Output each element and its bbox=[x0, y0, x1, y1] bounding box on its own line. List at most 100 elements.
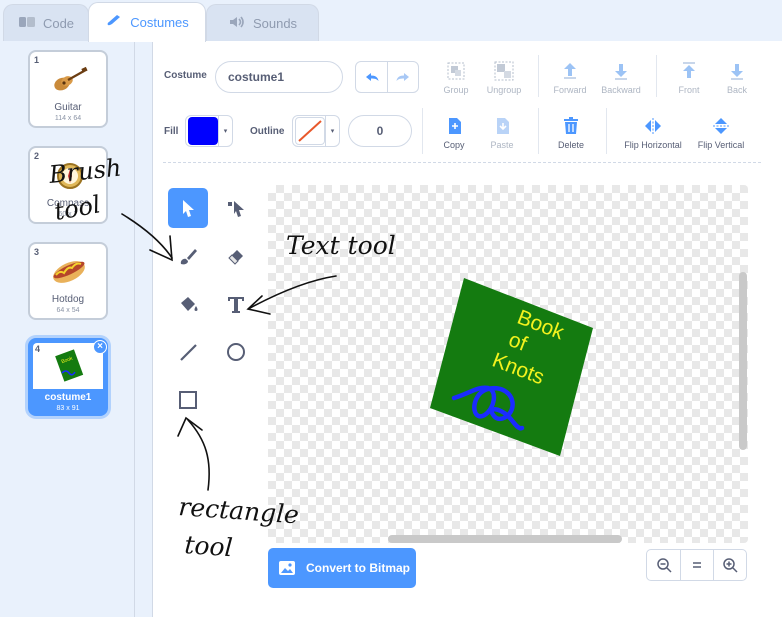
backward-button[interactable]: Backward bbox=[595, 60, 647, 95]
tab-costumes[interactable]: Costumes bbox=[88, 2, 206, 42]
book-thumbnail: Book bbox=[55, 349, 84, 382]
tab-sounds[interactable]: Sounds bbox=[206, 4, 319, 42]
undo-button[interactable] bbox=[356, 62, 387, 92]
costume-name: Compass bbox=[46, 198, 90, 209]
costume-number: 3 bbox=[34, 247, 40, 257]
reshape-tool[interactable] bbox=[216, 188, 256, 228]
backward-label: Backward bbox=[601, 85, 641, 95]
ungroup-label: Ungroup bbox=[486, 85, 522, 95]
divider bbox=[606, 108, 607, 154]
speaker-icon bbox=[228, 15, 246, 32]
redo-icon bbox=[396, 73, 409, 81]
flip-horizontal-label: Flip Horizontal bbox=[624, 140, 682, 150]
group-label: Group bbox=[443, 85, 469, 95]
flip-horizontal-icon bbox=[645, 118, 661, 134]
delete-button[interactable]: Delete bbox=[545, 115, 597, 150]
eraser-tool[interactable] bbox=[216, 236, 256, 276]
paste-label: Paste bbox=[490, 140, 514, 150]
back-button[interactable]: Back bbox=[711, 60, 763, 95]
flip-vertical-label: Flip Vertical bbox=[697, 140, 745, 150]
compass-thumbnail bbox=[57, 163, 83, 189]
book-of-knots-drawing[interactable]: Book of Knots bbox=[428, 276, 596, 458]
tab-code[interactable]: Code bbox=[3, 4, 89, 42]
horizontal-scrollbar[interactable] bbox=[388, 535, 622, 543]
divider bbox=[538, 55, 539, 97]
convert-to-bitmap-button[interactable]: Convert to Bitmap bbox=[268, 548, 416, 588]
paste-button[interactable]: Paste bbox=[476, 115, 528, 150]
chevron-down-icon: ▾ bbox=[325, 116, 339, 146]
group-button[interactable]: Group bbox=[430, 60, 482, 95]
outline-color-picker[interactable]: ▾ bbox=[292, 115, 340, 147]
trash-icon bbox=[564, 117, 578, 134]
costume-size: 114 x 64 bbox=[54, 115, 82, 122]
chevron-down-icon: ▾ bbox=[218, 116, 232, 146]
line-tool[interactable] bbox=[168, 332, 208, 372]
costume-name: Guitar bbox=[54, 102, 82, 113]
flip-horizontal-button[interactable]: Flip Horizontal bbox=[618, 115, 688, 150]
costume-name: Hotdog bbox=[51, 294, 85, 305]
paintbrush-icon bbox=[180, 249, 197, 265]
ungroup-button[interactable]: Ungroup bbox=[478, 60, 530, 95]
forward-button[interactable]: Forward bbox=[544, 60, 596, 95]
select-tool[interactable] bbox=[168, 188, 208, 228]
convert-label: Convert to Bitmap bbox=[306, 561, 411, 575]
zoom-out-icon bbox=[656, 558, 672, 573]
ungroup-icon bbox=[494, 61, 514, 81]
rectangle-tool[interactable] bbox=[168, 380, 208, 420]
outline-width-input[interactable]: 0 bbox=[348, 115, 412, 147]
costume-item-hotdog[interactable]: 3 Hotdog 64 x 54 bbox=[28, 242, 108, 320]
fill-label: Fill bbox=[164, 126, 179, 137]
hotdog-thumbnail bbox=[53, 261, 85, 283]
front-label: Front bbox=[678, 85, 700, 95]
costume-name-input[interactable]: costume1 bbox=[215, 61, 343, 93]
eraser-icon bbox=[228, 250, 243, 265]
copy-icon bbox=[449, 118, 461, 134]
costume-item-costume1[interactable]: 4 Book × costume1 83 x 91 bbox=[28, 338, 108, 416]
back-label: Back bbox=[726, 85, 747, 95]
tab-label: Sounds bbox=[252, 16, 298, 31]
vertical-scrollbar[interactable] bbox=[739, 272, 747, 450]
costume-number: 4 bbox=[35, 344, 41, 354]
copy-label: Copy bbox=[443, 140, 465, 150]
fill-swatch bbox=[188, 117, 218, 145]
zoom-reset-button[interactable] bbox=[680, 550, 713, 580]
guitar-thumbnail bbox=[54, 66, 88, 91]
undo-icon bbox=[365, 73, 378, 81]
costume-number: 1 bbox=[34, 55, 40, 65]
circle-icon bbox=[227, 343, 245, 361]
divider bbox=[422, 108, 423, 154]
costume-size: 60 x 7 bbox=[58, 211, 78, 218]
zoom-controls bbox=[646, 549, 747, 581]
brush-icon bbox=[105, 14, 123, 31]
costume-label: Costume bbox=[164, 70, 207, 81]
rectangle-icon bbox=[179, 391, 197, 409]
no-color-icon bbox=[298, 120, 322, 142]
costume-name: costume1 bbox=[44, 392, 92, 403]
equals-icon bbox=[693, 562, 701, 568]
costume-number: 2 bbox=[34, 151, 40, 161]
outline-swatch bbox=[295, 117, 325, 145]
costume-item-compass[interactable]: 2 Compass 60 x 7 bbox=[28, 146, 108, 224]
fill-color-picker[interactable]: ▾ bbox=[185, 115, 233, 147]
costume-size: 64 x 54 bbox=[56, 307, 80, 314]
text-tool[interactable] bbox=[216, 284, 256, 324]
redo-button[interactable] bbox=[387, 62, 418, 92]
front-button[interactable]: Front bbox=[663, 60, 715, 95]
copy-button[interactable]: Copy bbox=[428, 115, 480, 150]
circle-tool[interactable] bbox=[216, 332, 256, 372]
forward-icon bbox=[564, 63, 576, 79]
zoom-out-button[interactable] bbox=[647, 550, 680, 580]
forward-label: Forward bbox=[553, 85, 587, 95]
arrow-cursor-icon bbox=[183, 200, 194, 217]
divider bbox=[656, 55, 657, 97]
zoom-in-button[interactable] bbox=[713, 550, 746, 580]
fill-tool[interactable] bbox=[168, 284, 208, 324]
tab-label: Costumes bbox=[130, 15, 189, 30]
flip-vertical-button[interactable]: Flip Vertical bbox=[692, 115, 750, 150]
undo-redo-group bbox=[355, 61, 419, 93]
delete-costume-button[interactable]: × bbox=[93, 340, 107, 354]
costume-item-guitar[interactable]: 1 Guitar 114 x 64 bbox=[28, 50, 108, 128]
text-t-icon bbox=[228, 297, 244, 313]
brush-tool[interactable] bbox=[168, 236, 208, 276]
tab-label: Code bbox=[42, 16, 75, 31]
